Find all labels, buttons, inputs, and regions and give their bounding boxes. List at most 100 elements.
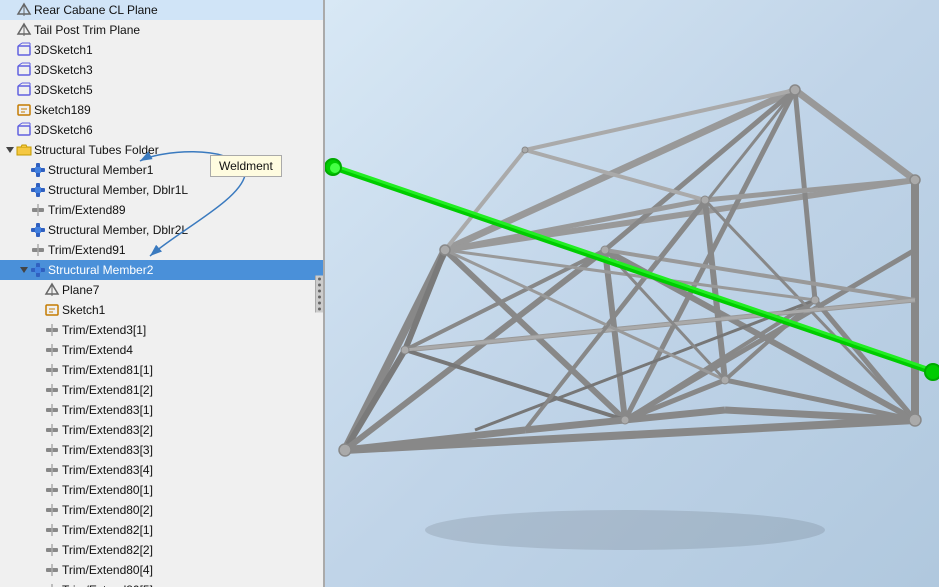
label-structural-tubes-folder: Structural Tubes Folder bbox=[34, 143, 159, 157]
expand-btn-trim-extend91 bbox=[18, 244, 30, 256]
label-trim-extend80-5: Trim/Extend80[5] bbox=[62, 583, 153, 587]
expand-btn-structural-tubes-folder[interactable] bbox=[4, 144, 16, 156]
label-trim-extend83-4: Trim/Extend83[4] bbox=[62, 463, 153, 477]
expand-btn-sketch189 bbox=[4, 104, 16, 116]
icon-trim-trim-extend89 bbox=[30, 202, 46, 218]
expand-btn-trim-extend83-1 bbox=[32, 404, 44, 416]
label-3dsketch1: 3DSketch1 bbox=[34, 43, 93, 57]
label-trim-extend83-2: Trim/Extend83[2] bbox=[62, 423, 153, 437]
tree-item-trim-extend80-4[interactable]: Trim/Extend80[4] bbox=[0, 560, 323, 580]
tree-item-trim-extend80-1[interactable]: Trim/Extend80[1] bbox=[0, 480, 323, 500]
tree-item-trim-extend91[interactable]: Trim/Extend91 bbox=[0, 240, 323, 260]
tree-item-struct-member-dblr1l[interactable]: Structural Member, Dblr1L bbox=[0, 180, 323, 200]
icon-trim-trim-extend80-1 bbox=[44, 482, 60, 498]
tree-item-structural-tubes-folder[interactable]: Structural Tubes Folder bbox=[0, 140, 323, 160]
label-trim-extend91: Trim/Extend91 bbox=[48, 243, 126, 257]
icon-sketch-sketch1 bbox=[44, 302, 60, 318]
tree-item-trim-extend81-1[interactable]: Trim/Extend81[1] bbox=[0, 360, 323, 380]
tree-item-trim-extend89[interactable]: Trim/Extend89 bbox=[0, 200, 323, 220]
label-trim-extend89: Trim/Extend89 bbox=[48, 203, 126, 217]
expand-btn-trim-extend83-2 bbox=[32, 424, 44, 436]
icon-sketch3d-3dsketch1 bbox=[16, 42, 32, 58]
tree-item-sketch189[interactable]: Sketch189 bbox=[0, 100, 323, 120]
tree-item-struct-member-dblr2l[interactable]: Structural Member, Dblr2L bbox=[0, 220, 323, 240]
expand-btn-struct-member1 bbox=[18, 164, 30, 176]
expand-btn-3dsketch1 bbox=[4, 44, 16, 56]
expand-btn-trim-extend89 bbox=[18, 204, 30, 216]
icon-trim-trim-extend80-5 bbox=[44, 582, 60, 587]
label-trim-extend82-1: Trim/Extend82[1] bbox=[62, 523, 153, 537]
expand-btn-trim-extend3-1 bbox=[32, 324, 44, 336]
expand-btn-struct-member2[interactable] bbox=[18, 264, 30, 276]
icon-struct-struct-member2 bbox=[30, 262, 46, 278]
label-3dsketch6: 3DSketch6 bbox=[34, 123, 93, 137]
3d-scene-svg bbox=[325, 0, 939, 587]
label-sketch189: Sketch189 bbox=[34, 103, 91, 117]
icon-plane-plane7 bbox=[44, 282, 60, 298]
label-struct-member-dblr2l: Structural Member, Dblr2L bbox=[48, 223, 188, 237]
tree-item-trim-extend81-2[interactable]: Trim/Extend81[2] bbox=[0, 380, 323, 400]
icon-trim-trim-extend81-2 bbox=[44, 382, 60, 398]
icon-trim-trim-extend4 bbox=[44, 342, 60, 358]
expand-btn-rear-cabane bbox=[4, 4, 16, 16]
icon-struct-struct-member1 bbox=[30, 162, 46, 178]
label-struct-member2: Structural Member2 bbox=[48, 263, 153, 277]
label-trim-extend83-1: Trim/Extend83[1] bbox=[62, 403, 153, 417]
tree-item-trim-extend3-1[interactable]: Trim/Extend3[1] bbox=[0, 320, 323, 340]
tree-item-trim-extend83-3[interactable]: Trim/Extend83[3] bbox=[0, 440, 323, 460]
tree-item-sketch1[interactable]: Sketch1 bbox=[0, 300, 323, 320]
tree-item-trim-extend83-1[interactable]: Trim/Extend83[1] bbox=[0, 400, 323, 420]
tree-item-rear-cabane[interactable]: Rear Cabane CL Plane bbox=[0, 0, 323, 20]
expand-btn-trim-extend80-1 bbox=[32, 484, 44, 496]
expand-btn-tail-post-trim bbox=[4, 24, 16, 36]
label-sketch1: Sketch1 bbox=[62, 303, 105, 317]
expand-btn-trim-extend81-1 bbox=[32, 364, 44, 376]
3d-viewport[interactable] bbox=[325, 0, 939, 587]
label-trim-extend81-2: Trim/Extend81[2] bbox=[62, 383, 153, 397]
tree-item-tail-post-trim[interactable]: Tail Post Trim Plane bbox=[0, 20, 323, 40]
label-trim-extend81-1: Trim/Extend81[1] bbox=[62, 363, 153, 377]
expand-btn-trim-extend4 bbox=[32, 344, 44, 356]
icon-trim-trim-extend82-2 bbox=[44, 542, 60, 558]
label-rear-cabane: Rear Cabane CL Plane bbox=[34, 3, 158, 17]
expand-btn-trim-extend83-4 bbox=[32, 464, 44, 476]
expand-btn-3dsketch6 bbox=[4, 124, 16, 136]
label-tail-post-trim: Tail Post Trim Plane bbox=[34, 23, 140, 37]
resize-handle[interactable] bbox=[315, 275, 323, 312]
icon-folder-structural-tubes-folder bbox=[16, 142, 32, 158]
expand-btn-trim-extend82-1 bbox=[32, 524, 44, 536]
icon-trim-trim-extend83-4 bbox=[44, 462, 60, 478]
icon-trim-trim-extend80-2 bbox=[44, 502, 60, 518]
tree-item-trim-extend82-1[interactable]: Trim/Extend82[1] bbox=[0, 520, 323, 540]
icon-struct-struct-member-dblr1l bbox=[30, 182, 46, 198]
icon-trim-trim-extend82-1 bbox=[44, 522, 60, 538]
tree-item-trim-extend4[interactable]: Trim/Extend4 bbox=[0, 340, 323, 360]
tree-item-3dsketch5[interactable]: 3DSketch5 bbox=[0, 80, 323, 100]
tree-item-3dsketch6[interactable]: 3DSketch6 bbox=[0, 120, 323, 140]
icon-plane-tail-post-trim bbox=[16, 22, 32, 38]
tree-item-struct-member2[interactable]: Structural Member2 bbox=[0, 260, 323, 280]
tree-item-plane7[interactable]: Plane7 bbox=[0, 280, 323, 300]
expand-btn-struct-member-dblr1l bbox=[18, 184, 30, 196]
tree-item-trim-extend83-2[interactable]: Trim/Extend83[2] bbox=[0, 420, 323, 440]
expand-btn-trim-extend80-2 bbox=[32, 504, 44, 516]
feature-tree-panel[interactable]: Rear Cabane CL Plane Tail Post Trim Plane… bbox=[0, 0, 325, 587]
tree-item-3dsketch1[interactable]: 3DSketch1 bbox=[0, 40, 323, 60]
tree-item-struct-member1[interactable]: Structural Member1 bbox=[0, 160, 323, 180]
label-trim-extend80-4: Trim/Extend80[4] bbox=[62, 563, 153, 577]
icon-trim-trim-extend81-1 bbox=[44, 362, 60, 378]
tree-item-trim-extend83-4[interactable]: Trim/Extend83[4] bbox=[0, 460, 323, 480]
tree-item-3dsketch3[interactable]: 3DSketch3 bbox=[0, 60, 323, 80]
label-trim-extend3-1: Trim/Extend3[1] bbox=[62, 323, 146, 337]
icon-struct-struct-member-dblr2l bbox=[30, 222, 46, 238]
expand-btn-3dsketch5 bbox=[4, 84, 16, 96]
label-3dsketch5: 3DSketch5 bbox=[34, 83, 93, 97]
label-struct-member-dblr1l: Structural Member, Dblr1L bbox=[48, 183, 188, 197]
tree-item-trim-extend82-2[interactable]: Trim/Extend82[2] bbox=[0, 540, 323, 560]
tree-item-trim-extend80-2[interactable]: Trim/Extend80[2] bbox=[0, 500, 323, 520]
label-plane7: Plane7 bbox=[62, 283, 99, 297]
expand-btn-trim-extend80-4 bbox=[32, 564, 44, 576]
expand-btn-trim-extend81-2 bbox=[32, 384, 44, 396]
tree-item-trim-extend80-5[interactable]: Trim/Extend80[5] bbox=[0, 580, 323, 587]
expand-btn-plane7 bbox=[32, 284, 44, 296]
